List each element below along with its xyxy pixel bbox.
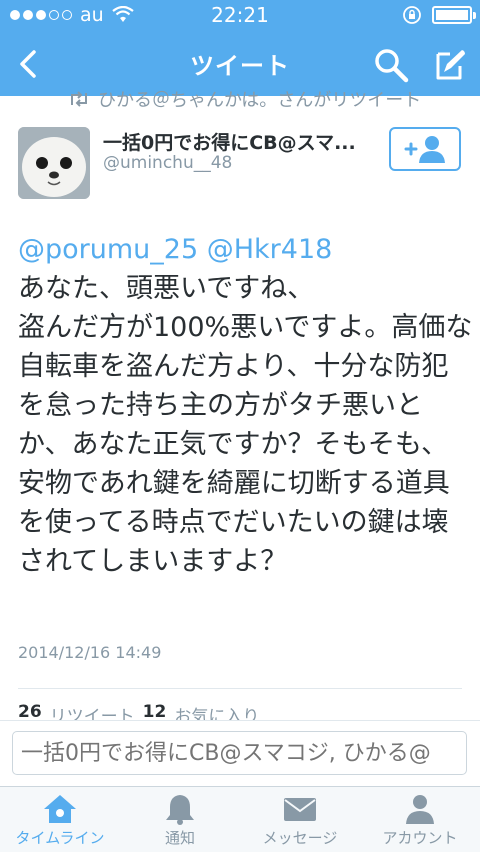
tweet-timestamp: 2014/12/16 14:49 (18, 643, 162, 662)
tab-label: タイムライン (15, 829, 105, 847)
mention-link[interactable]: @Hkr418 (207, 234, 333, 265)
tweet-mentions: @porumu_25 @Hkr418 (18, 230, 473, 269)
divider (18, 688, 462, 689)
avatar[interactable] (18, 127, 90, 199)
bell-icon (166, 795, 194, 825)
status-right (402, 5, 476, 25)
retweet-icon (71, 91, 87, 107)
battery-icon (432, 6, 476, 24)
search-icon[interactable] (372, 46, 410, 84)
compose-icon[interactable] (430, 46, 468, 84)
follow-button[interactable] (389, 127, 461, 171)
add-user-icon (404, 136, 445, 163)
tab-label: メッセージ (262, 829, 338, 847)
header-bar: au 22:21 ツイート (0, 0, 480, 96)
tab-notifications[interactable]: 通知 (120, 787, 240, 852)
user-handle[interactable]: @uminchu__48 (103, 153, 232, 173)
retweet-text: ひかる＠ちゃんかは。さんがリツイート (98, 90, 422, 111)
retweet-indicator: ひかる＠ちゃんかは。さんがリツイート (68, 86, 421, 112)
tab-account[interactable]: アカウント (360, 787, 480, 852)
person-icon (406, 795, 434, 824)
tab-label: アカウント (382, 829, 458, 847)
tweet-text: @porumu_25 @Hkr418 あなた、頭悪いですね、 盗んだ方が100%… (18, 230, 473, 581)
reply-input[interactable] (12, 731, 467, 775)
tab-timeline[interactable]: タイムライン (0, 787, 120, 852)
envelope-icon (284, 798, 316, 821)
tab-label: 通知 (164, 829, 195, 847)
status-bar: au 22:21 (0, 0, 480, 32)
reply-bar (0, 720, 480, 786)
rotation-lock-icon (403, 6, 421, 24)
home-bird-icon (44, 795, 76, 823)
tab-bar: タイムライン 通知 メッセージ アカウント (0, 786, 480, 852)
mention-link[interactable]: @porumu_25 (18, 234, 198, 265)
user-name[interactable]: 一括0円でお得にCB@スマ... (103, 128, 356, 155)
tweet-body-text: あなた、頭悪いですね、 盗んだ方が100%悪いですよ。高価な自転車を盗んだ方より… (18, 273, 473, 577)
tab-messages[interactable]: メッセージ (240, 787, 360, 852)
